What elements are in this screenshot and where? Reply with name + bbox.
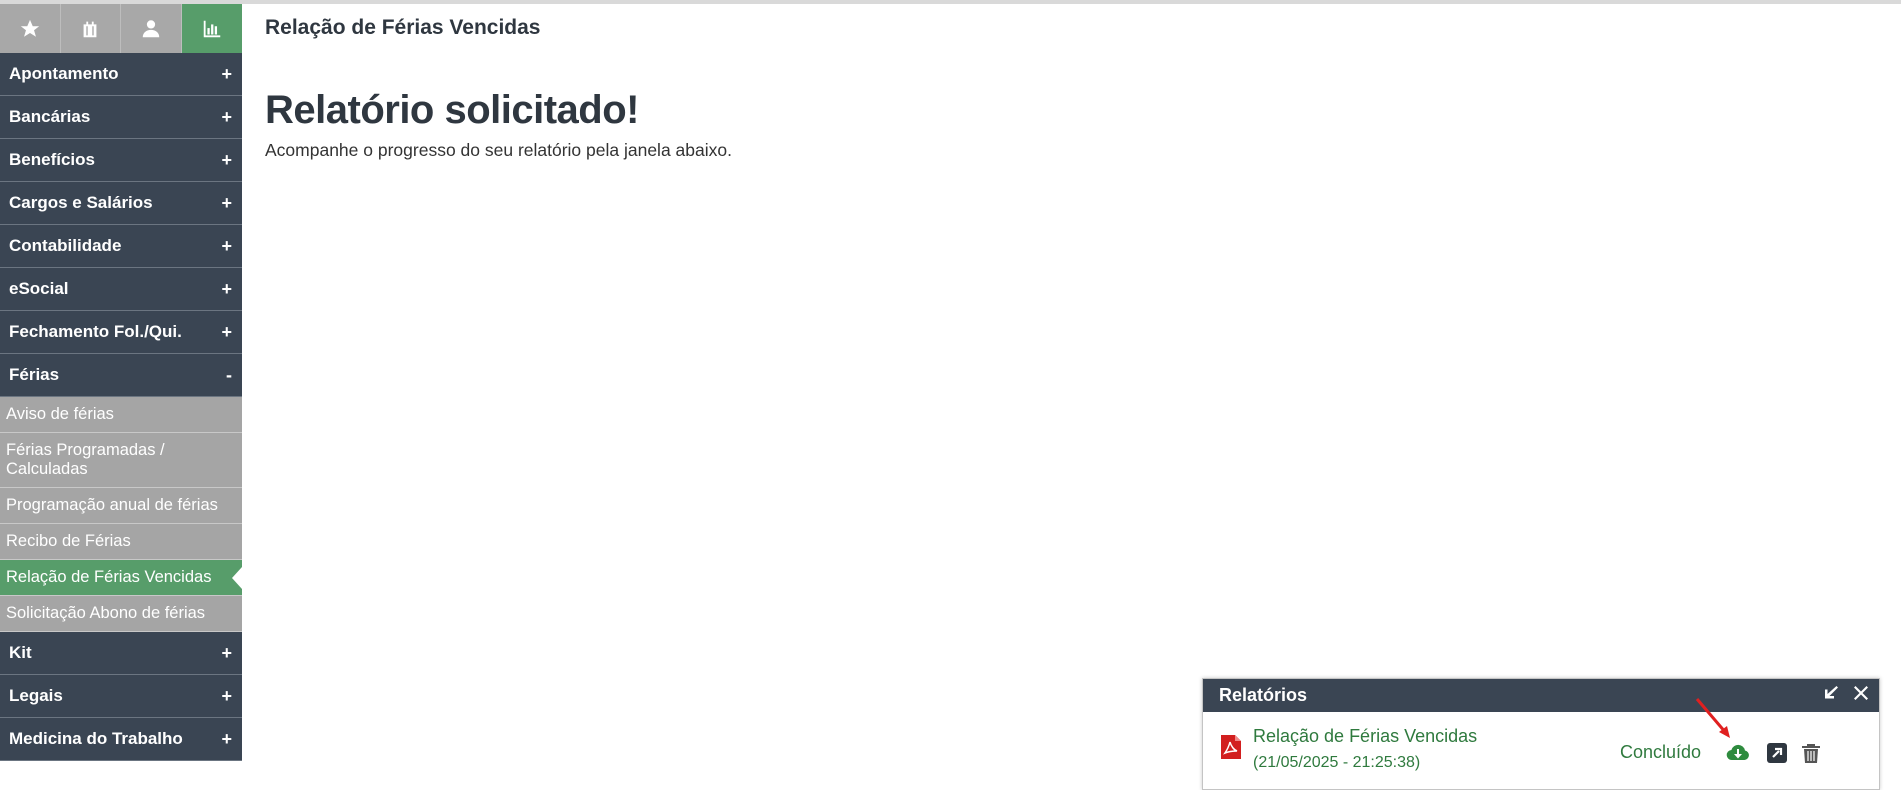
submenu-item-aviso-de-f-rias[interactable]: Aviso de férias [0, 397, 242, 433]
menu-item-esocial[interactable]: eSocial + [0, 268, 242, 311]
report-item: Relação de Férias Vencidas (21/05/2025 -… [1203, 712, 1879, 788]
submenu-item-programa-o-anual-de-f-rias[interactable]: Programação anual de férias [0, 488, 242, 524]
star-icon [20, 19, 39, 37]
top-border [0, 0, 1901, 4]
submenu-item-rela-o-de-f-rias-vencidas[interactable]: Relação de Férias Vencidas [0, 560, 242, 596]
report-requested-heading: Relatório solicitado! [265, 88, 640, 132]
close-icon [1854, 686, 1868, 700]
tab-reports[interactable] [181, 4, 242, 53]
sidebar: Apontamento + Bancárias + Benefícios + Cargos … [0, 4, 242, 785]
briefcase-icon [83, 21, 97, 37]
open-report-button[interactable] [1763, 740, 1791, 766]
expand-icon: + [221, 321, 232, 342]
menu-item-label: Contabilidade [9, 236, 122, 255]
menu-item-label: eSocial [9, 279, 69, 298]
submenu-item-recibo-de-f-rias[interactable]: Recibo de Férias [0, 524, 242, 560]
menu-item-kit[interactable]: Kit + [0, 632, 242, 675]
menu-item-medicina-do-trabalho[interactable]: Medicina do Trabalho + [0, 718, 242, 761]
menu-item-label: Bancárias [9, 107, 91, 126]
menu-item-benef-cios[interactable]: Benefícios + [0, 139, 242, 182]
menu-item-contabilidade[interactable]: Contabilidade + [0, 225, 242, 268]
menu-item-label: Kit [9, 643, 32, 662]
expand-icon: + [221, 149, 232, 170]
expand-icon: + [221, 278, 232, 299]
expand-icon: + [221, 192, 232, 213]
menu-item-label: Fechamento Fol./Qui. [9, 322, 182, 341]
expand-icon: + [221, 63, 232, 84]
menu-item-label: Apontamento [9, 64, 119, 83]
menu-item-legais[interactable]: Legais + [0, 675, 242, 718]
page-title: Relação de Férias Vencidas [265, 16, 541, 39]
menu-item-label: Medicina do Trabalho [9, 729, 183, 748]
bar-chart-icon [203, 20, 220, 37]
close-panel-button[interactable] [1853, 685, 1869, 706]
report-date: (21/05/2025 - 21:25:38) [1253, 754, 1421, 771]
menu-item-cargos-e-sal-rios[interactable]: Cargos e Salários + [0, 182, 242, 225]
menu-item-fechamento-fol-qui-[interactable]: Fechamento Fol./Qui. + [0, 311, 242, 354]
menu-item-label: Cargos e Salários [9, 193, 153, 212]
expand-icon: + [221, 685, 232, 706]
minimize-panel-button[interactable] [1823, 685, 1839, 706]
menu-item-label: Legais [9, 686, 63, 705]
tab-favorites[interactable] [0, 4, 61, 53]
sidebar-tabs [0, 4, 242, 53]
delete-report-button[interactable] [1797, 740, 1825, 766]
menu-item-f-rias[interactable]: Férias - [0, 354, 242, 397]
collapse-icon: - [226, 364, 232, 385]
trash-icon [1802, 744, 1820, 763]
tab-work[interactable] [60, 4, 121, 53]
submenu-item-solicita-o-abono-de-f-rias[interactable]: Solicitação Abono de férias [0, 596, 242, 632]
pdf-icon [1221, 735, 1241, 759]
expand-icon: + [221, 235, 232, 256]
expand-icon: + [221, 642, 232, 663]
user-icon [142, 19, 159, 37]
reports-panel: Relatórios Relação de Férias Vencidas (2… [1202, 678, 1880, 790]
reports-panel-header: Relatórios [1203, 679, 1879, 712]
tab-user[interactable] [121, 4, 182, 53]
expand-icon: + [221, 728, 232, 749]
menu-item-label: Benefícios [9, 150, 95, 169]
red-pointer-arrow-icon [1695, 698, 1730, 738]
arrow-down-left-icon [1825, 686, 1838, 699]
report-name-link[interactable]: Relação de Férias Vencidas [1253, 726, 1477, 747]
menu-item-banc-rias[interactable]: Bancárias + [0, 96, 242, 139]
submenu-item-f-rias-programadas-calculadas[interactable]: Férias Programadas / Calculadas [0, 433, 242, 488]
expand-icon: + [221, 106, 232, 127]
menu-item-label: Férias [9, 365, 60, 384]
external-link-icon [1767, 743, 1787, 763]
reports-panel-title: Relatórios [1219, 685, 1308, 705]
menu-item-apontamento[interactable]: Apontamento + [0, 53, 242, 96]
report-progress-text: Acompanhe o progresso do seu relatório p… [265, 140, 732, 160]
